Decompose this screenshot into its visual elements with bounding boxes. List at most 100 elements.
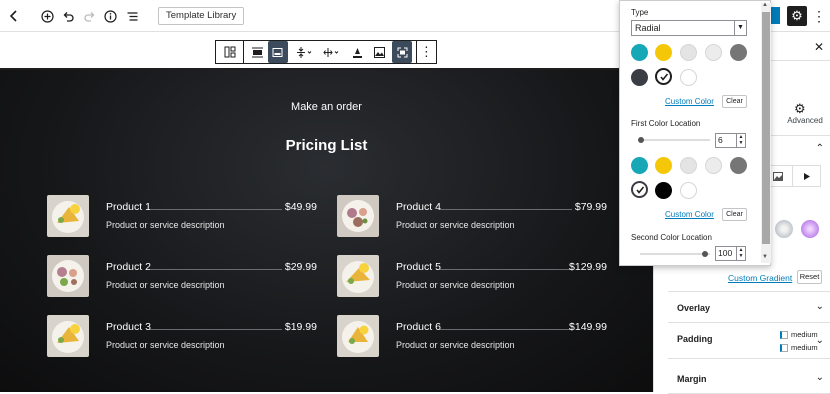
product-item[interactable]: Product 3 $19.99 Product or service desc… <box>47 315 317 357</box>
color-swatch-lighter-gray[interactable] <box>705 44 722 61</box>
price-leader-line <box>440 329 572 330</box>
gear-icon[interactable]: ⚙ <box>794 101 806 117</box>
price-leader-line <box>150 329 282 330</box>
product-price: $129.99 <box>569 261 607 273</box>
publish-button[interactable] <box>770 7 780 24</box>
slider-handle[interactable] <box>702 251 708 257</box>
padding-panel[interactable]: Padding medium medium ⌄ <box>668 323 830 359</box>
tab-advanced[interactable]: Advanced <box>784 116 826 125</box>
color-swatch-lighter-gray[interactable] <box>705 157 722 174</box>
list-view-icon[interactable] <box>122 6 142 26</box>
chevron-up-icon: ⌃ <box>815 143 824 154</box>
redo-icon[interactable] <box>79 6 99 26</box>
product-price: $79.99 <box>574 201 607 213</box>
block-toolbar: ⋮ <box>215 40 437 64</box>
reset-button[interactable]: Reset <box>797 270 822 284</box>
color-swatch-selected[interactable] <box>631 181 648 198</box>
product-description: Product or service description <box>106 340 225 350</box>
margin-label: Margin <box>677 374 707 384</box>
clear-button[interactable]: Clear <box>722 208 747 221</box>
video-icon[interactable] <box>793 166 821 186</box>
product-thumbnail <box>47 315 89 357</box>
popover-scrollbar-thumb[interactable] <box>762 12 770 244</box>
product-item[interactable]: Product 1 $49.99 Product or service desc… <box>47 195 317 237</box>
second-location-slider[interactable] <box>640 253 710 255</box>
section-subtitle: Make an order <box>291 101 362 113</box>
color-swatch-white[interactable] <box>680 69 697 86</box>
padding-top-value[interactable]: medium <box>780 330 818 339</box>
product-thumbnail <box>337 255 379 297</box>
text-color-icon[interactable] <box>348 41 367 63</box>
undo-icon[interactable] <box>58 6 78 26</box>
align-icon[interactable] <box>248 41 267 63</box>
sidebar-divider <box>668 291 830 292</box>
color-swatch-teal[interactable] <box>631 44 648 61</box>
custom-color-link[interactable]: Custom Color <box>665 210 714 219</box>
product-item[interactable]: Product 2 $29.99 Product or service desc… <box>47 255 317 297</box>
add-block-icon[interactable] <box>37 6 57 26</box>
color-swatch-teal[interactable] <box>631 157 648 174</box>
more-menu-icon[interactable]: ⋮ <box>812 6 826 26</box>
scroll-down-icon[interactable]: ▼ <box>762 254 768 260</box>
justify-icon[interactable] <box>319 41 344 63</box>
price-leader-line <box>150 209 282 210</box>
vertical-align-icon[interactable] <box>292 41 317 63</box>
color-swatch-yellow[interactable] <box>655 157 672 174</box>
chevron-down-icon: ▼ <box>734 21 746 35</box>
product-item[interactable]: Product 6 $149.99 Product or service des… <box>337 315 607 357</box>
more-options-icon[interactable]: ⋮ <box>417 41 436 63</box>
product-thumbnail <box>337 315 379 357</box>
color-swatch-light-gray[interactable] <box>680 157 697 174</box>
info-icon[interactable] <box>100 6 120 26</box>
second-location-input[interactable]: 100 ▲ ▼ <box>715 246 746 261</box>
first-location-slider[interactable] <box>640 139 710 141</box>
clear-button[interactable]: Clear <box>722 95 747 108</box>
color-swatch-dark[interactable] <box>631 69 648 86</box>
full-width-icon[interactable] <box>268 41 288 63</box>
section-title: Pricing List <box>285 137 368 154</box>
overlay-panel[interactable]: Overlay ⌄ <box>668 293 830 323</box>
price-leader-line <box>440 209 572 210</box>
close-icon[interactable]: ✕ <box>814 40 824 54</box>
product-item[interactable]: Product 5 $129.99 Product or service des… <box>337 255 607 297</box>
back-icon[interactable] <box>4 6 24 26</box>
margin-panel[interactable]: Margin ⌄ <box>668 364 830 394</box>
spinner-icon[interactable]: ▲ ▼ <box>736 247 745 260</box>
price-leader-line <box>440 269 572 270</box>
color-swatch-black[interactable] <box>655 182 672 199</box>
padding-bottom-value[interactable]: medium <box>780 343 818 352</box>
settings-gear-icon[interactable]: ⚙ <box>787 6 807 26</box>
scroll-up-icon[interactable]: ▲ <box>762 2 768 8</box>
product-thumbnail <box>47 195 89 237</box>
custom-gradient-link[interactable]: Custom Gradient <box>728 273 792 283</box>
block-type-icon[interactable] <box>216 41 243 63</box>
custom-color-link[interactable]: Custom Color <box>665 97 714 106</box>
chevron-down-icon: ⌄ <box>815 301 824 312</box>
color-swatch-gray[interactable] <box>730 157 747 174</box>
chevron-down-icon: ⌄ <box>815 372 824 383</box>
product-item[interactable]: Product 4 $79.99 Product or service desc… <box>337 195 607 237</box>
slider-handle[interactable] <box>638 137 644 143</box>
product-description: Product or service description <box>396 220 515 230</box>
fullscreen-icon[interactable] <box>392 41 412 63</box>
color-swatch-white[interactable] <box>680 182 697 199</box>
gradient-type-select[interactable]: Radial ▼ <box>631 20 747 36</box>
product-name: Product 1 <box>106 201 151 213</box>
first-location-input[interactable]: 6 ▲ ▼ <box>715 133 746 148</box>
product-price: $49.99 <box>284 201 317 213</box>
color-swatch-gray[interactable] <box>730 44 747 61</box>
product-thumbnail <box>337 195 379 237</box>
color-swatch-yellow[interactable] <box>655 44 672 61</box>
gradient-swatch-purple[interactable] <box>801 220 819 238</box>
spinner-icon[interactable]: ▲ ▼ <box>736 134 745 147</box>
color-swatch-selected[interactable] <box>655 68 672 85</box>
product-description: Product or service description <box>106 220 225 230</box>
gradient-swatch-gray[interactable] <box>775 220 793 238</box>
color-swatch-light-gray[interactable] <box>680 44 697 61</box>
toolbar-divider <box>243 41 244 63</box>
background-type-tabs <box>763 165 821 187</box>
product-description: Product or service description <box>396 340 515 350</box>
product-thumbnail <box>47 255 89 297</box>
background-image-icon[interactable] <box>370 41 389 63</box>
template-library-button[interactable]: Template Library <box>158 7 245 25</box>
